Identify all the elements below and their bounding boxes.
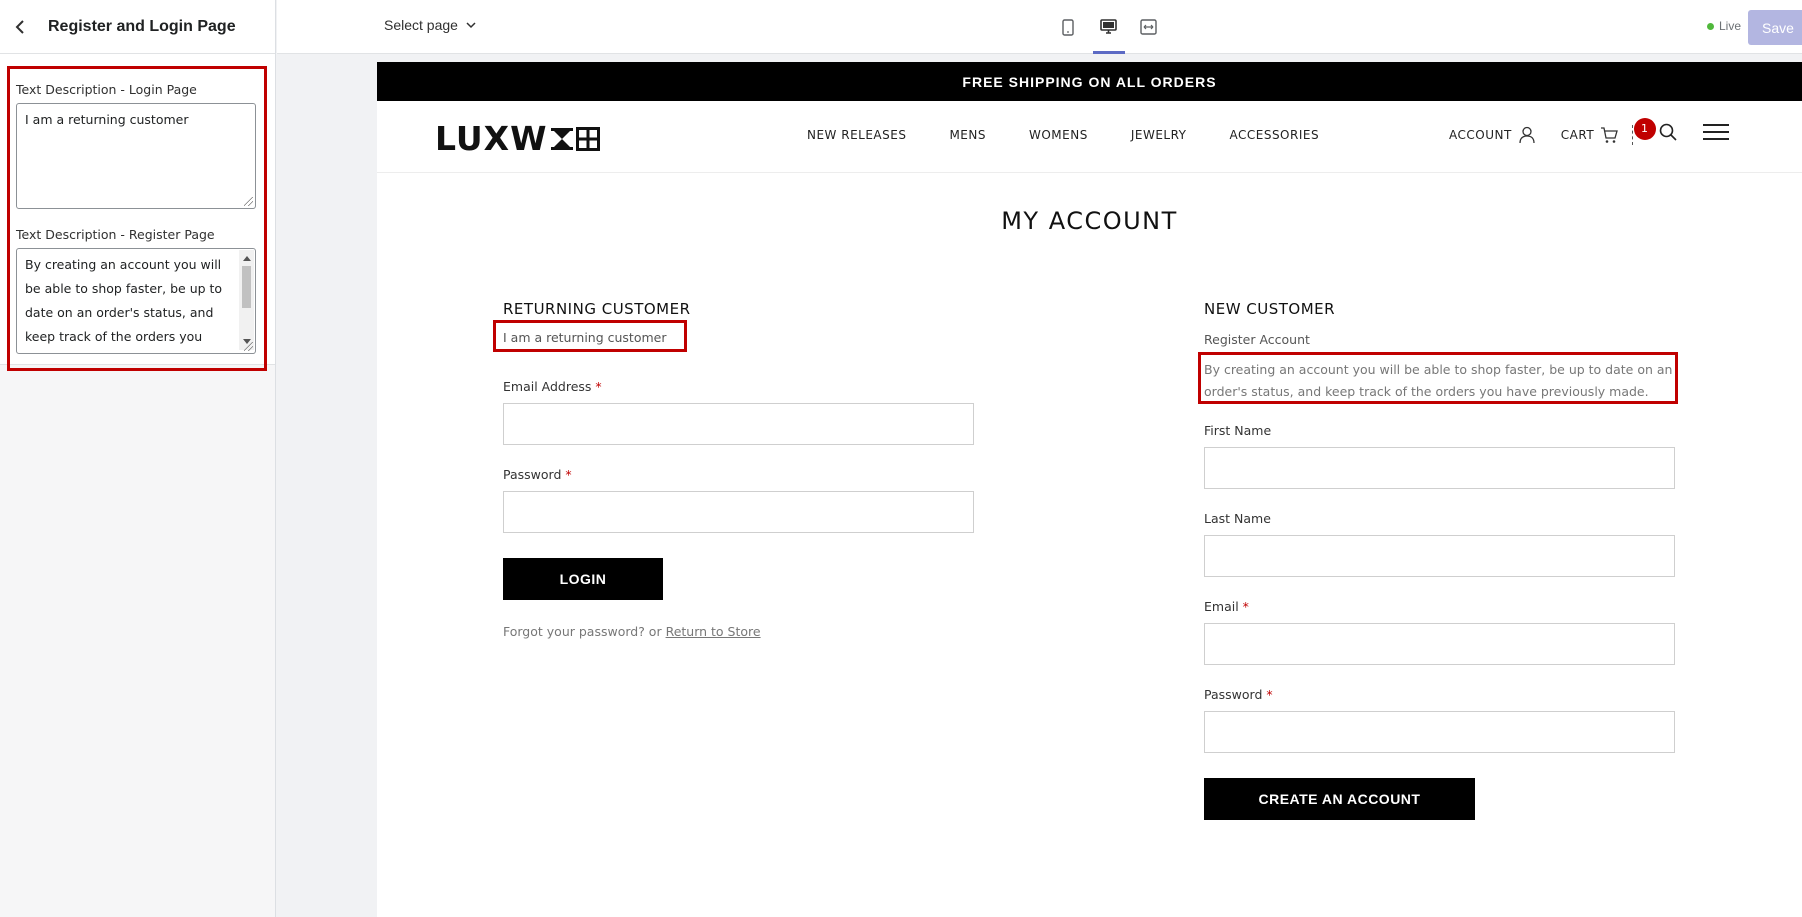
scroll-thumb[interactable] [242,266,251,308]
page-select-label: Select page [384,17,458,33]
logo-grid-mark [575,126,600,151]
register-password-group: Password * [1204,687,1678,753]
user-icon [1519,126,1535,143]
search-icon [1659,123,1677,141]
returning-customer-description-text: I am a returning customer [503,330,667,345]
email-address-label-text: Email Address [503,379,592,394]
new-customer-title: NEW CUSTOMER [1204,300,1336,318]
live-status: Live [1707,19,1741,33]
register-email-group: Email * [1204,599,1678,665]
required-mark: * [565,467,572,482]
login-description-textarea[interactable]: I am a returning customer [17,104,255,208]
main-nav: NEW RELEASES MENS WOMENS JEWELRY ACCESSO… [807,128,1319,142]
required-mark: * [1242,599,1249,614]
login-password-input[interactable] [503,491,974,533]
register-password-label-text: Password [1204,687,1263,702]
sidebar-title: Register and Login Page [48,17,236,35]
password-group: Password * [503,467,977,533]
login-email-input[interactable] [503,403,974,445]
device-fullwidth-button[interactable] [1133,0,1163,54]
page-select-dropdown[interactable]: Select page [384,17,476,33]
desktop-icon [1099,19,1117,34]
register-description-field-wrap: By creating an account you will be able … [16,248,256,354]
editor-sidebar: Register and Login Page Text Description… [0,0,276,917]
nav-item-mens[interactable]: MENS [949,128,986,142]
account-label: ACCOUNT [1449,127,1512,142]
logo-hourglass-mark [550,127,573,150]
chevron-down-icon [466,21,476,28]
return-to-store-link[interactable]: Return to Store [666,624,761,639]
login-description-label: Text Description - Login Page [16,82,197,97]
login-description-field-wrap: I am a returning customer [16,103,256,209]
store-logo[interactable]: LUXW [435,119,600,158]
register-description-textarea[interactable]: By creating an account you will be able … [17,249,255,353]
forgot-password-text: Forgot your password? or [503,624,662,639]
nav-item-womens[interactable]: WOMENS [1029,128,1088,142]
editor-topbar: Select page Live Save [277,0,1802,54]
live-status-label: Live [1719,19,1742,33]
cart-count-badge: 1 [1633,117,1656,140]
register-email-label-text: Email [1204,599,1239,614]
account-link[interactable]: ACCOUNT [1449,126,1536,144]
returning-customer-description: I am a returning customer [493,320,977,352]
menu-button[interactable] [1703,123,1730,146]
register-password-label: Password * [1204,687,1678,702]
page-title: MY ACCOUNT [1001,207,1178,235]
last-name-label: Last Name [1204,511,1271,526]
sidebar-header: Register and Login Page [0,0,275,54]
nav-item-accessories[interactable]: ACCESSORIES [1229,128,1319,142]
header-tools: ACCOUNT CART 1 [1449,117,1730,146]
scroll-up-arrow-icon[interactable] [243,256,251,261]
live-status-dot [1707,22,1714,30]
announcement-bar: FREE SHIPPING ON ALL ORDERS [377,62,1802,101]
create-account-button[interactable]: CREATE AN ACCOUNT [1204,778,1475,820]
cart-label: CART [1560,127,1595,142]
required-mark: * [595,379,602,394]
email-address-label: Email Address * [503,379,977,394]
new-customer-description-text: By creating an account you will be able … [1204,362,1673,399]
back-button[interactable] [10,15,30,39]
register-description-label: Text Description - Register Page [16,227,215,242]
returning-customer-section: RETURNING CUSTOMER I am a returning cust… [493,300,977,639]
mobile-icon [1062,18,1074,36]
resize-handle-icon[interactable] [244,197,253,206]
password-label: Password * [503,467,977,482]
returning-customer-title: RETURNING CUSTOMER [503,300,691,318]
device-mobile-button[interactable] [1053,0,1083,54]
last-name-group: Last Name [1204,511,1678,577]
first-name-label: First Name [1204,423,1272,438]
store-header: LUXW NEW RELEASES MENS WOMENS JEWELRY AC… [377,101,1802,173]
register-email-label: Email * [1204,599,1678,614]
settings-panel: Text Description - Login Page I am a ret… [0,54,275,371]
register-password-input[interactable] [1204,711,1675,753]
forgot-password-row: Forgot your password? or Return to Store [503,624,977,639]
email-group: Email Address * [503,379,977,445]
logo-text: LUXW [435,119,548,158]
textarea-scrollbar[interactable] [239,250,254,350]
first-name-group: First Name [1204,423,1678,489]
search-button[interactable] [1659,123,1677,146]
cart-link[interactable]: CART 1 [1560,117,1656,144]
nav-item-new-releases[interactable]: NEW RELEASES [807,128,906,142]
nav-item-jewelry[interactable]: JEWELRY [1131,128,1187,142]
device-desktop-button[interactable] [1093,0,1125,54]
first-name-input[interactable] [1204,447,1675,489]
save-button[interactable]: Save [1748,10,1802,45]
hamburger-menu-icon [1703,124,1730,140]
resize-handle-icon[interactable] [244,342,253,351]
login-button[interactable]: LOGIN [503,558,663,600]
new-customer-section: NEW CUSTOMER Register Account By creatin… [1198,300,1678,820]
store-preview: FREE SHIPPING ON ALL ORDERS LUXW NEW REL… [377,62,1802,917]
register-email-input[interactable] [1204,623,1675,665]
password-label-text: Password [503,467,562,482]
register-account-subtitle: Register Account [1204,332,1310,347]
fullwidth-icon [1139,19,1157,35]
new-customer-description: By creating an account you will be able … [1198,352,1678,404]
last-name-input[interactable] [1204,535,1675,577]
device-switcher [1053,0,1163,54]
required-mark: * [1266,687,1273,702]
cart-icon [1601,126,1619,143]
chevron-left-icon [15,19,24,34]
